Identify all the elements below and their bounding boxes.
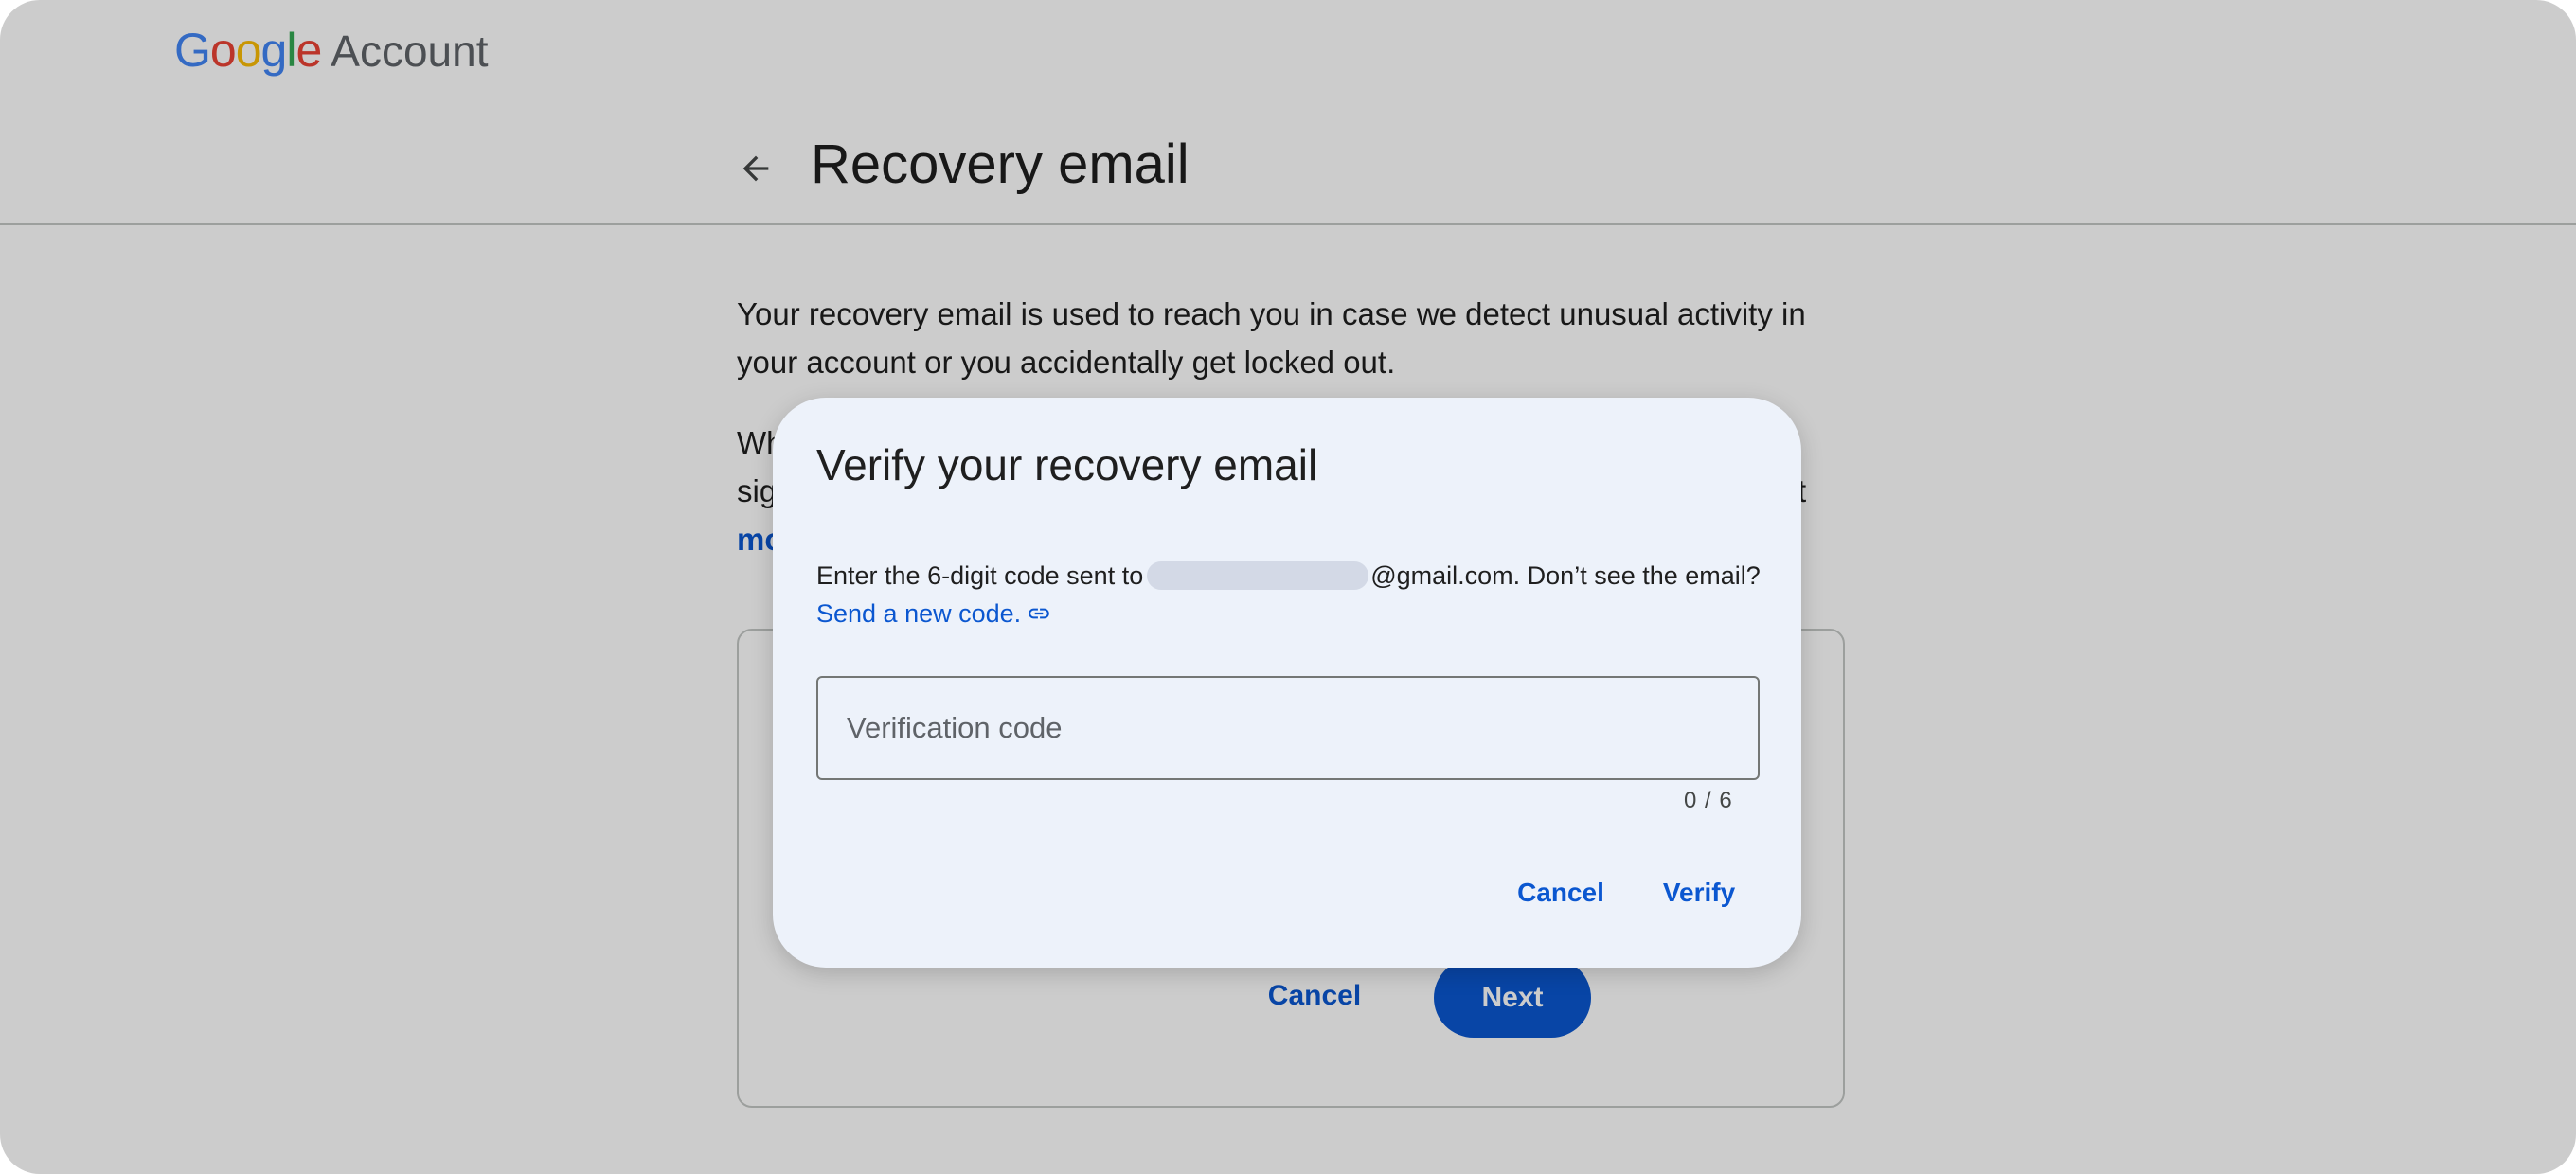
dialog-title: Verify your recovery email: [816, 440, 1318, 489]
dialog-verify-button[interactable]: Verify: [1638, 860, 1760, 926]
dialog-message-end: @gmail.com. Don’t see the email?: [1370, 561, 1761, 590]
dialog-message: Enter the 6-digit code sent to @gmail.com…: [816, 557, 1763, 632]
send-new-code-link[interactable]: Send a new code.: [816, 599, 1051, 628]
redacted-email: [1147, 561, 1369, 590]
verification-code-input[interactable]: [816, 676, 1760, 780]
app-window: Google Account Recovery email Your recov…: [0, 0, 2576, 1174]
dialog-cancel-button[interactable]: Cancel: [1504, 860, 1618, 926]
dialog-message-start: Enter the 6-digit code sent to: [816, 561, 1144, 590]
send-new-code-label: Send a new code.: [816, 599, 1022, 628]
verify-email-dialog: Verify your recovery email Enter the 6-d…: [773, 398, 1801, 968]
character-counter: 0 / 6: [1684, 788, 1733, 813]
link-icon: [1029, 608, 1050, 619]
